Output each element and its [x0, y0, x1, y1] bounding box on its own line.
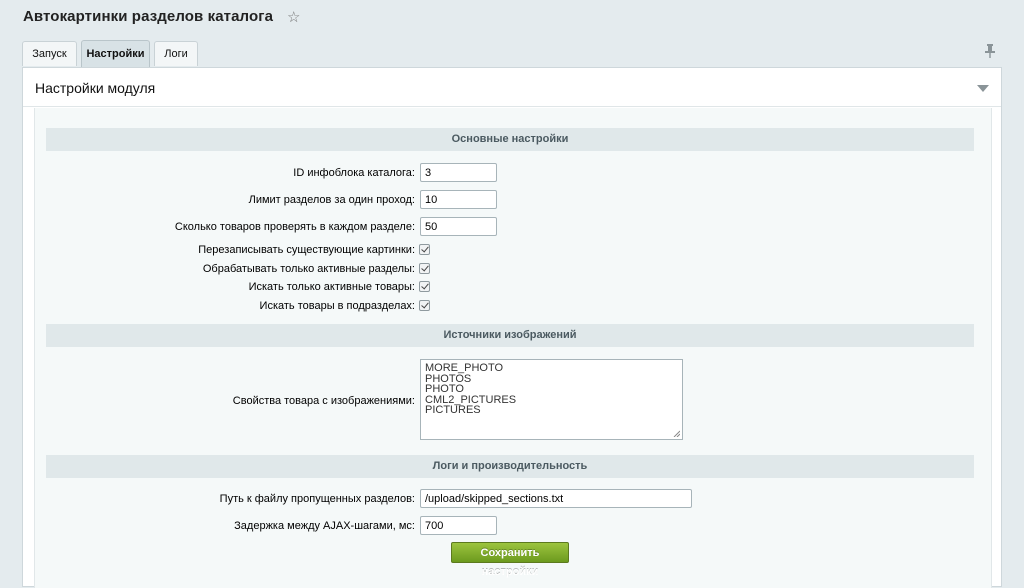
panel-title: Настройки модуля	[35, 80, 156, 96]
iblock-id-label: ID инфоблока каталога:	[293, 167, 415, 179]
section-logs-performance: Логи и производительность	[46, 455, 974, 478]
pin-icon[interactable]	[984, 44, 996, 58]
products-check-input[interactable]	[420, 217, 497, 236]
tab-settings[interactable]: Настройки	[81, 40, 150, 67]
active-products-label: Искать только активные товары:	[248, 281, 415, 293]
products-check-label: Сколько товаров проверять в каждом разде…	[174, 221, 415, 233]
panel-header: Настройки модуля	[23, 68, 1001, 107]
overwrite-checkbox[interactable]	[419, 244, 430, 255]
panel-body	[34, 108, 992, 588]
active-products-checkbox[interactable]	[419, 281, 430, 292]
image-props-label: Свойства товара с изображениями:	[232, 395, 415, 407]
ajax-delay-label: Задержка между AJAX-шагами, мс:	[234, 520, 415, 532]
image-prop-line: MORE_PHOTO	[425, 362, 504, 374]
tab-launch[interactable]: Запуск	[22, 41, 77, 66]
image-prop-line: PICTURES	[425, 404, 481, 416]
iblock-id-input[interactable]	[420, 163, 497, 182]
subsections-label: Искать товары в подразделах:	[259, 300, 415, 312]
image-props-textarea[interactable]: MORE_PHOTO PHOTOS PHOTO CML2_PICTURES PI…	[420, 359, 683, 440]
active-sections-checkbox[interactable]	[419, 263, 430, 274]
image-prop-line: PHOTO	[425, 383, 464, 395]
section-image-sources: Источники изображений	[46, 324, 974, 347]
section-main-settings: Основные настройки	[46, 128, 974, 151]
skipped-path-label: Путь к файлу пропущенных разделов:	[219, 493, 415, 505]
resize-grip-icon[interactable]	[673, 430, 680, 437]
page-title: Автокартинки разделов каталога	[23, 8, 274, 25]
active-sections-label: Обрабатывать только активные разделы:	[202, 263, 415, 275]
tab-logs[interactable]: Логи	[154, 41, 198, 66]
skipped-path-input[interactable]	[420, 489, 692, 508]
overwrite-label: Перезаписывать существующие картинки:	[198, 244, 415, 256]
subsections-checkbox[interactable]	[419, 300, 430, 311]
ajax-delay-input[interactable]	[420, 516, 497, 535]
save-settings-button[interactable]: Сохранить настройки	[451, 542, 569, 578]
sections-limit-input[interactable]	[420, 190, 497, 209]
chevron-down-icon[interactable]	[977, 85, 989, 92]
star-icon[interactable]: ☆	[287, 9, 300, 27]
sections-limit-label: Лимит разделов за один проход:	[248, 194, 415, 206]
